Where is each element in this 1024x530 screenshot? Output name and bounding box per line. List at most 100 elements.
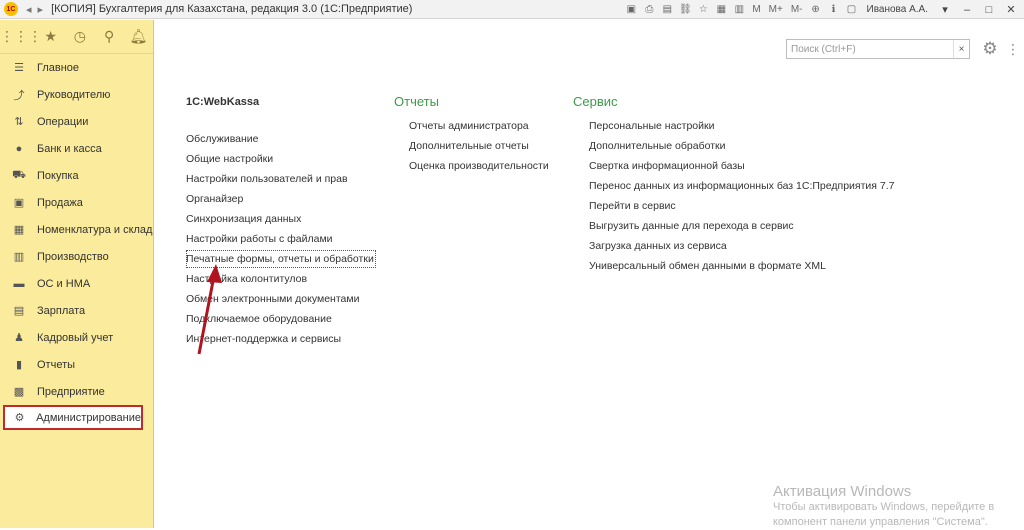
preview-icon[interactable]: ▤ <box>660 3 674 17</box>
sidebar-item-label: Производство <box>37 250 109 263</box>
watermark-title: Активация Windows <box>773 483 912 500</box>
search-icon[interactable]: ⚲ <box>95 23 124 51</box>
sidebar-item-enterprise[interactable]: ▩ Предприятие <box>0 378 153 405</box>
warehouse-icon: ▦ <box>13 224 25 236</box>
back-icon[interactable]: ◂ <box>26 3 32 16</box>
title-bar: 1С ◂ ▸ [КОПИЯ] Бухгалтерия для Казахстан… <box>0 0 1024 19</box>
sidebar-item-reports[interactable]: ▮ Отчеты <box>0 351 153 378</box>
link-equipment[interactable]: Подключаемое оборудование <box>186 309 386 329</box>
sidebar-item-production[interactable]: ▥ Производство <box>0 243 153 270</box>
webkassa-header: 1С:WebKassa <box>186 96 260 108</box>
more-options-icon[interactable]: ⋮ <box>1006 38 1020 60</box>
link-headers-footers[interactable]: Настройка колонтитулов <box>186 269 386 289</box>
link-maintenance[interactable]: Обслуживание <box>186 129 386 149</box>
sidebar-item-label: Администрирование <box>36 411 141 424</box>
link-print-forms[interactable]: Печатные формы, отчеты и обработки <box>186 250 376 268</box>
sidebar-item-label: Руководителю <box>37 88 111 101</box>
sections-sidebar: ⋮⋮⋮ ★ ◷ ⚲ 🔔︎ ☰ Главное ⤴ Руководителю ⇅ Опе… <box>0 20 154 528</box>
calculator-icon[interactable]: ▥ <box>732 3 746 17</box>
sidebar-item-label: Кадровый учет <box>37 331 114 344</box>
link-export-for-service[interactable]: Выгрузить данные для перехода в сервис <box>589 216 893 236</box>
sidebar-item-label: ОС и НМА <box>37 277 91 290</box>
link-edi[interactable]: Обмен электронными документами <box>186 289 386 309</box>
calendar-icon[interactable]: ▦ <box>714 3 728 17</box>
notification-icon[interactable]: ▢ <box>845 3 859 17</box>
save-icon[interactable]: ▣ <box>624 3 638 17</box>
sidebar-item-label: Отчеты <box>37 358 76 371</box>
link-general-settings[interactable]: Общие настройки <box>186 149 386 169</box>
bag-icon: ▣ <box>13 197 25 209</box>
sidebar-item-bank[interactable]: ● Банк и касса <box>0 135 153 162</box>
operations-icon: ⇅ <box>14 116 24 128</box>
link-icon[interactable]: ⛓ <box>678 3 692 17</box>
reports-column: Отчеты Отчеты администратора Дополнитель… <box>394 94 564 176</box>
bookmark-icon[interactable]: ☆ <box>696 3 710 17</box>
link-import-from-service[interactable]: Загрузка данных из сервиса <box>589 236 893 256</box>
apps-grid-icon[interactable]: ⋮⋮⋮ <box>0 23 42 51</box>
memory-minus-button[interactable]: M- <box>789 4 805 15</box>
memory-button[interactable]: M <box>750 4 762 15</box>
bank-icon: ● <box>15 142 23 155</box>
sections-list: ☰ Главное ⤴ Руководителю ⇅ Операции ● Банк и… <box>0 54 153 430</box>
link-xml-exchange[interactable]: Универсальный обмен данными в формате XM… <box>589 256 893 276</box>
sidebar-item-label: Продажа <box>37 196 83 209</box>
sidebar-item-operations[interactable]: ⇅ Операции <box>0 108 153 135</box>
link-additional-processing[interactable]: Дополнительные обработки <box>589 136 893 156</box>
sidebar-item-label: Банк и касса <box>37 142 102 155</box>
sidebar-item-sales[interactable]: ▣ Продажа <box>0 189 153 216</box>
sidebar-item-purchase[interactable]: ⛟ Покупка <box>0 162 153 189</box>
link-personal-settings[interactable]: Персональные настройки <box>589 116 893 136</box>
sidebar-toolbar: ⋮⋮⋮ ★ ◷ ⚲ 🔔︎ <box>0 20 153 54</box>
print-icon[interactable]: ⎙ <box>642 3 656 17</box>
sidebar-item-fixed-assets[interactable]: ▬ ОС и НМА <box>0 270 153 297</box>
sidebar-item-label: Покупка <box>37 169 79 182</box>
gear-icon: ⚙ <box>14 412 25 424</box>
service-column: Сервис Персональные настройки Дополнител… <box>573 94 894 276</box>
link-organizer[interactable]: Органайзер <box>186 189 386 209</box>
sidebar-item-salary[interactable]: ▤ Зарплата <box>0 297 153 324</box>
link-db-collapse[interactable]: Свертка информационной базы <box>589 156 893 176</box>
maximize-icon[interactable]: □ <box>980 1 998 19</box>
sidebar-item-warehouse[interactable]: ▦ Номенклатура и склад <box>0 216 153 243</box>
link-performance[interactable]: Оценка производительности <box>409 156 564 176</box>
menu-chevron-icon[interactable]: ▾ <box>936 1 954 19</box>
sidebar-item-main[interactable]: ☰ Главное <box>0 54 153 81</box>
forward-icon[interactable]: ▸ <box>38 3 44 16</box>
watermark-line: Чтобы активировать Windows, перейдите в <box>773 501 995 513</box>
search-box: × <box>786 39 970 59</box>
link-data-transfer-77[interactable]: Перенос данных из информационных баз 1С:… <box>589 176 894 196</box>
link-user-settings[interactable]: Настройки пользователей и прав <box>186 169 386 189</box>
history-icon[interactable]: ◷ <box>65 23 94 51</box>
bell-icon[interactable]: 🔔︎ <box>124 23 153 51</box>
link-go-to-service[interactable]: Перейти в сервис <box>589 196 893 216</box>
cart-icon: ⛟ <box>12 168 26 181</box>
chart-icon: ▮ <box>15 359 23 371</box>
sidebar-item-manager[interactable]: ⤴ Руководителю <box>0 81 153 108</box>
sidebar-item-administration[interactable]: ⚙ Администрирование <box>3 405 143 430</box>
link-internet-support[interactable]: Интернет-поддержка и сервисы <box>186 329 386 349</box>
sidebar-item-label: Зарплата <box>37 304 86 317</box>
info-icon[interactable]: ℹ <box>827 3 841 17</box>
link-data-sync[interactable]: Синхронизация данных <box>186 209 386 229</box>
webkassa-column: 1С:WebKassa Обслуживание Общие настройки… <box>186 96 386 349</box>
sidebar-item-label: Предприятие <box>37 385 105 398</box>
sidebar-item-hr[interactable]: ♟ Кадровый учет <box>0 324 153 351</box>
sidebar-item-label: Операции <box>37 115 89 128</box>
app-logo[interactable]: 1С <box>4 2 18 16</box>
minimize-icon[interactable]: – <box>958 1 976 19</box>
settings-gear-icon[interactable]: ⚙ <box>979 38 1001 60</box>
user-name[interactable]: Иванова А.А. <box>867 4 928 15</box>
windows-activation-watermark: Активация Windows Чтобы активировать Win… <box>773 483 994 530</box>
favorites-star-icon[interactable]: ★ <box>36 23 65 51</box>
search-clear-button[interactable]: × <box>953 40 969 58</box>
close-icon[interactable]: ✕ <box>1002 1 1020 19</box>
building-icon: ▩ <box>13 386 25 398</box>
memory-plus-button[interactable]: M+ <box>767 4 785 15</box>
service-header: Сервис <box>573 94 618 109</box>
trend-icon: ⤴ <box>13 89 25 102</box>
link-file-settings[interactable]: Настройки работы с файлами <box>186 229 386 249</box>
link-additional-reports[interactable]: Дополнительные отчеты <box>409 136 564 156</box>
zoom-icon[interactable]: ⊕ <box>809 3 823 17</box>
search-input[interactable] <box>787 40 953 58</box>
link-admin-reports[interactable]: Отчеты администратора <box>409 116 564 136</box>
